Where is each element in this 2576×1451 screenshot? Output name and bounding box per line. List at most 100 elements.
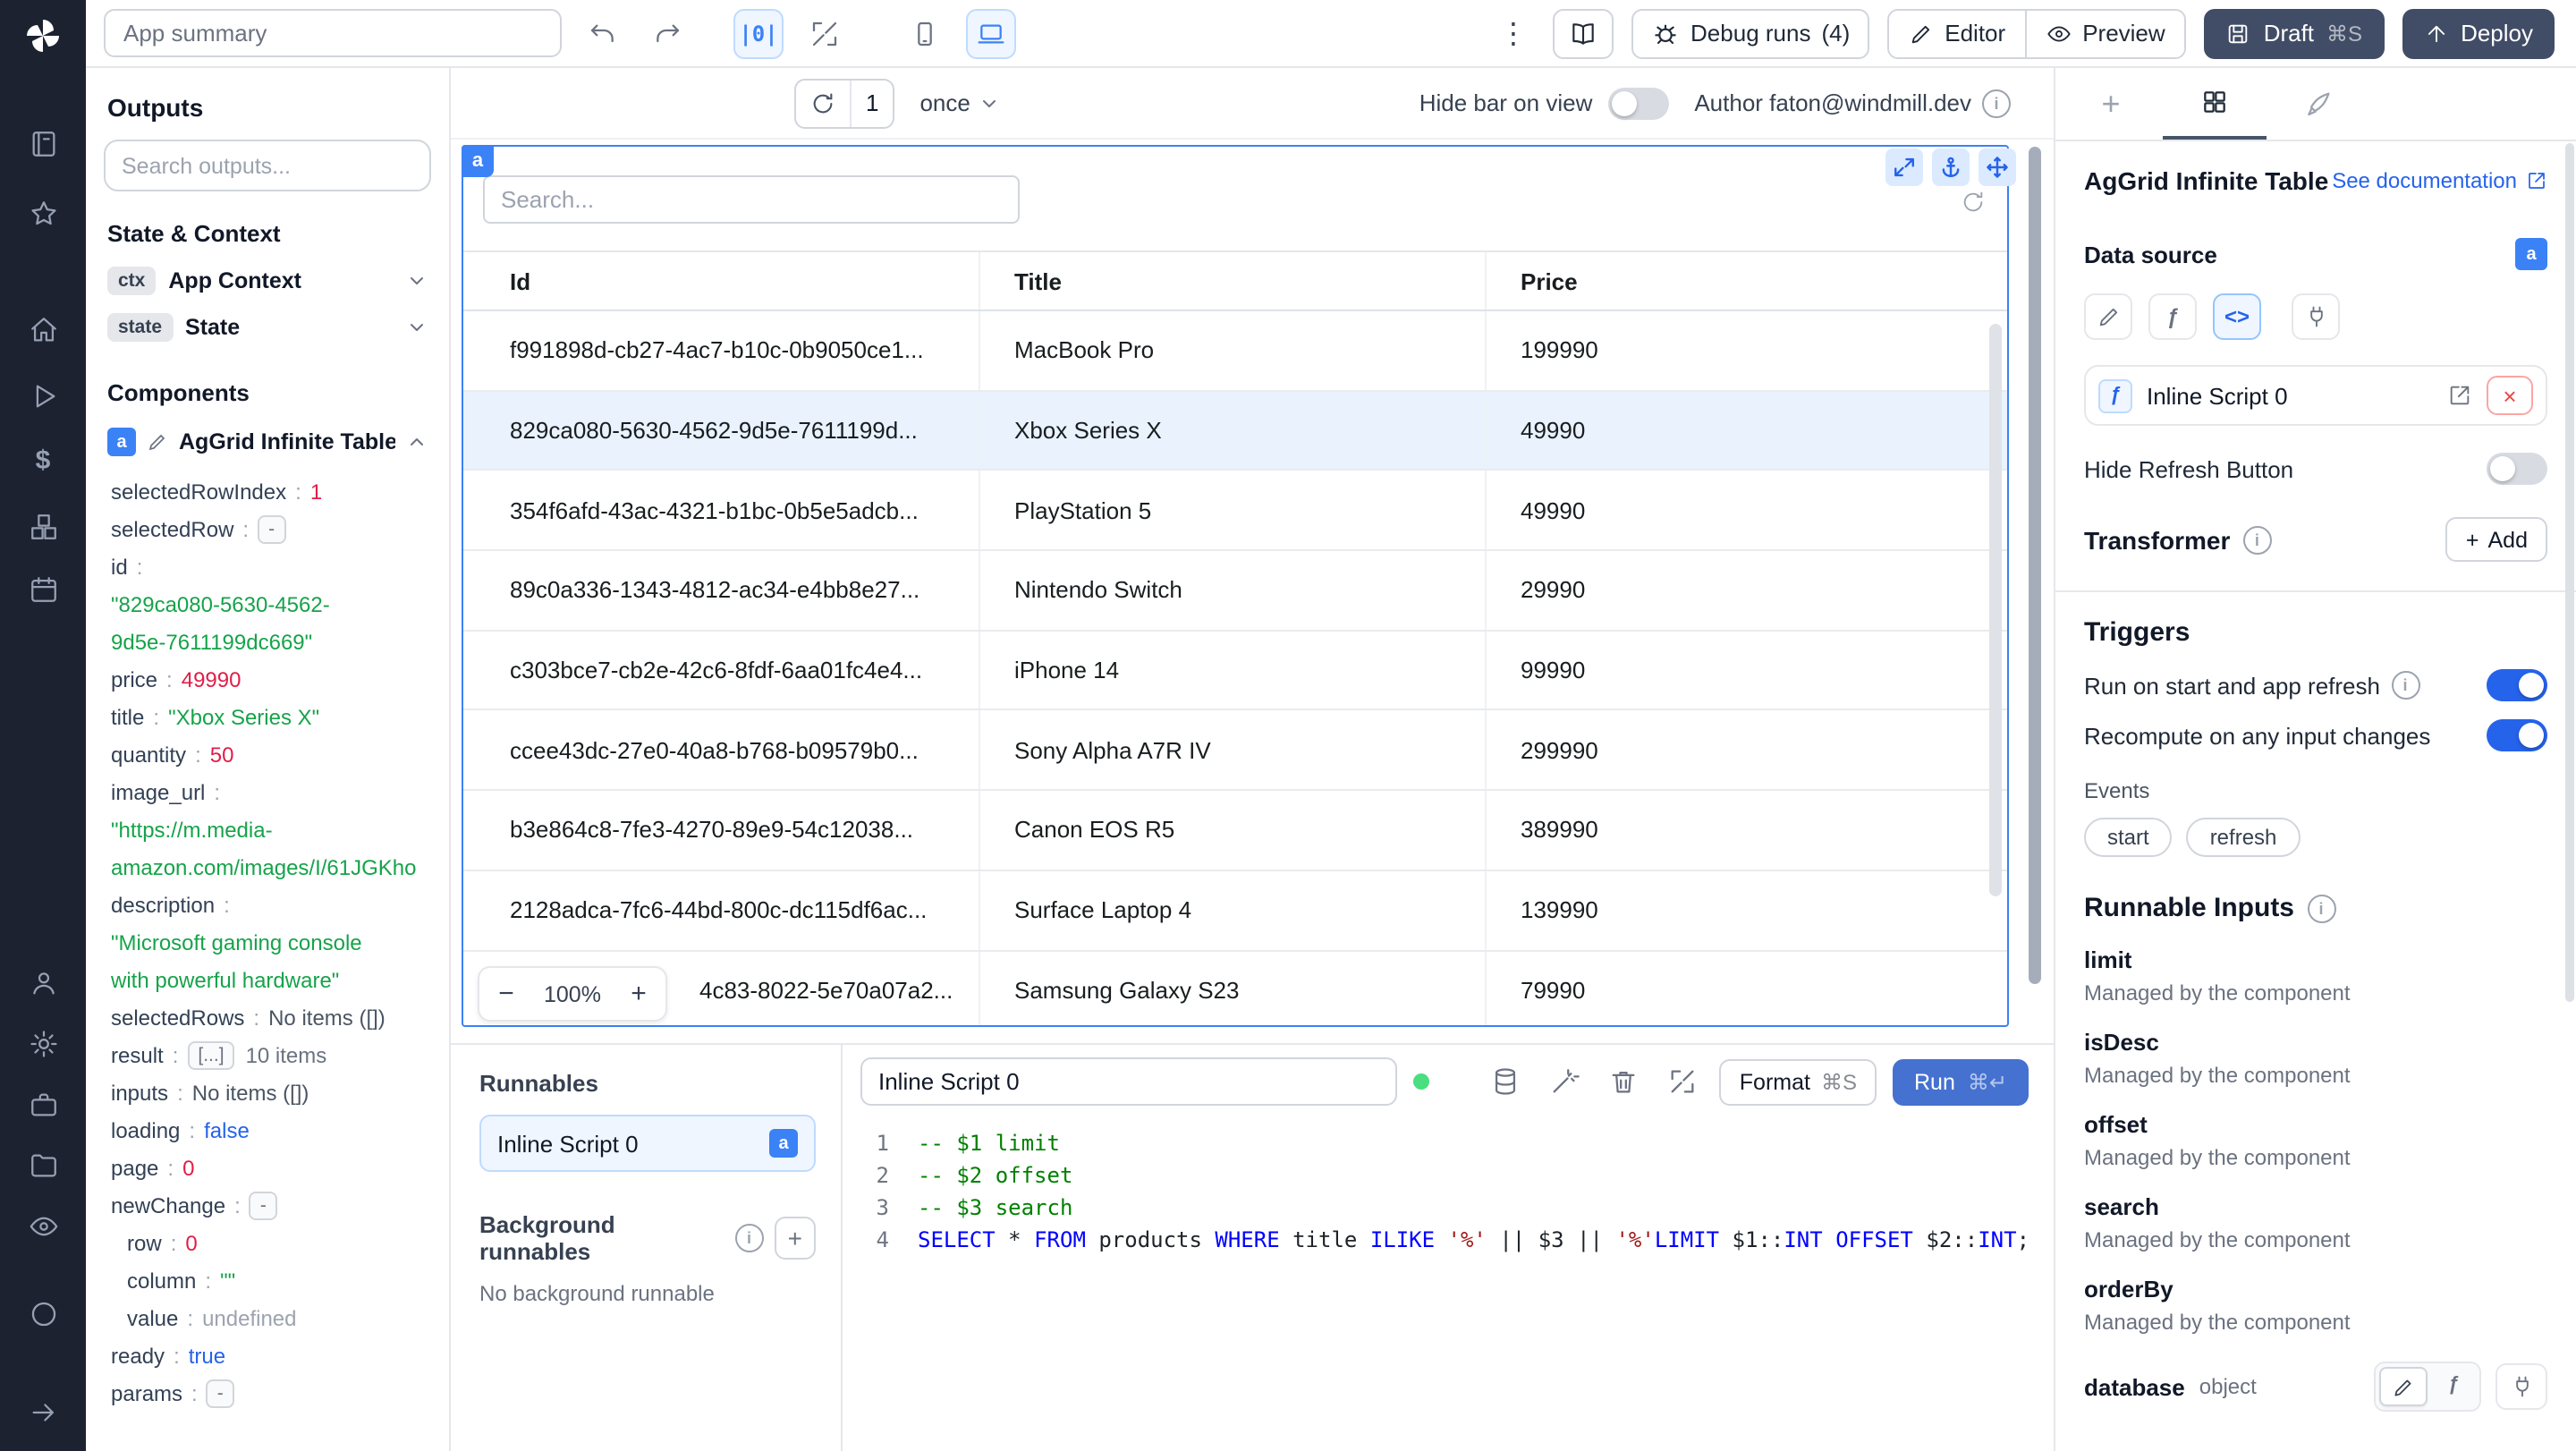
column-header-id[interactable]: Id (463, 252, 980, 310)
star-icon[interactable] (0, 186, 86, 240)
mobile-view-button[interactable] (902, 10, 948, 56)
table-row[interactable]: b3e864c8-7fe3-4270-89e9-54c12038... Cano… (463, 791, 2007, 871)
editor-tab[interactable]: Editor (1889, 10, 2026, 56)
notebook-icon[interactable] (0, 116, 86, 170)
refresh-count[interactable]: 1 (850, 80, 893, 126)
pencil-icon[interactable] (147, 431, 168, 453)
output-tree-row[interactable]: quantity : 50 (111, 735, 431, 773)
inspector-scrollbar[interactable] (2565, 143, 2574, 1002)
table-row[interactable]: 2128adca-7fc6-44bd-800c-dc115df6ac... Su… (463, 870, 2007, 951)
dollar-icon[interactable]: $ (0, 433, 86, 487)
grid-refresh-icon[interactable] (1961, 190, 1986, 215)
expand-editor-icon[interactable] (1661, 1060, 1704, 1103)
output-tree-row[interactable]: selectedRows : No items ([]) (111, 998, 431, 1036)
output-tree-row[interactable]: "829ca080-5630-4562- (111, 585, 431, 623)
output-tree-row[interactable]: with powerful hardware" (111, 961, 431, 998)
move-icon[interactable] (1979, 148, 2016, 186)
see-documentation-link[interactable]: See documentation (2332, 168, 2547, 193)
fullscreen-canvas-button[interactable] (801, 10, 848, 56)
chevron-down-icon[interactable] (406, 317, 428, 338)
canvas-scrollbar[interactable] (2029, 147, 2041, 984)
outputs-search-input[interactable] (104, 140, 431, 191)
output-tree-row[interactable]: price : 49990 (111, 660, 431, 698)
output-tree-row[interactable]: result : [...] 10 items (111, 1036, 431, 1073)
output-tree-row[interactable]: column : "" (111, 1261, 431, 1299)
collapse-arrow-icon[interactable] (0, 1385, 86, 1438)
output-tree-row[interactable]: "https://m.media- (111, 810, 431, 848)
eye-icon[interactable] (0, 1199, 86, 1252)
chevron-up-icon[interactable] (406, 431, 428, 453)
table-row[interactable]: 829ca080-5630-4562-9d5e-7611199d... Xbox… (463, 391, 2007, 471)
centered-layout-toggle[interactable]: |0| (733, 8, 784, 58)
table-search-input[interactable] (483, 175, 1020, 224)
table-row[interactable]: f991898d-cb27-4ac7-b10c-0b9050ce1... Mac… (463, 311, 2007, 392)
output-tree-row[interactable]: id : (111, 547, 431, 585)
expand-icon[interactable] (1885, 148, 1923, 186)
hide-refresh-toggle[interactable] (2487, 453, 2547, 485)
eval-icon[interactable]: ƒ (2148, 293, 2197, 340)
anchor-icon[interactable] (1932, 148, 1970, 186)
column-header-price[interactable]: Price (1487, 252, 2007, 310)
add-background-runnable-button[interactable]: + (774, 1217, 816, 1260)
tab-styling[interactable] (2267, 68, 2370, 140)
help-circle-icon[interactable] (0, 1286, 86, 1340)
more-menu-button[interactable]: ⋮ (1492, 15, 1535, 51)
output-tree-row[interactable]: image_url : (111, 773, 431, 810)
output-tree-row[interactable]: "Microsoft gaming console (111, 923, 431, 961)
static-value-icon[interactable] (2084, 293, 2132, 340)
add-transformer-button[interactable]: + Add (2445, 517, 2547, 562)
tab-component-settings[interactable] (2163, 68, 2267, 140)
tab-insert-component[interactable]: + (2059, 68, 2163, 140)
recompute-toggle[interactable] (2487, 719, 2547, 751)
docs-button[interactable] (1553, 8, 1614, 58)
magic-wand-icon[interactable] (1543, 1060, 1586, 1103)
run-on-start-toggle[interactable] (2487, 669, 2547, 701)
app-canvas[interactable]: a Id Title Price (451, 140, 2054, 1043)
output-tree-row[interactable]: params : - (111, 1374, 431, 1412)
table-row[interactable]: 4c83-8022-5e70a07a2... Samsung Galaxy S2… (463, 951, 2007, 1025)
event-chip[interactable]: refresh (2186, 818, 2301, 857)
component-output-row[interactable]: a AgGrid Infinite Table (104, 417, 431, 467)
state-row[interactable]: state State (104, 304, 431, 351)
table-row[interactable]: c303bce7-cb2e-42c6-8fdf-6aa01fc4e4... iP… (463, 631, 2007, 711)
output-tree-row[interactable]: row : 0 (111, 1224, 431, 1261)
column-header-title[interactable]: Title (980, 252, 1487, 310)
chevron-down-icon[interactable] (406, 270, 428, 292)
cubes-icon[interactable] (0, 499, 86, 553)
hide-bar-toggle[interactable] (1608, 87, 1670, 119)
gear-icon[interactable] (0, 1016, 86, 1070)
inline-script-row[interactable]: ƒ Inline Script 0 × (2084, 365, 2547, 426)
remove-script-button[interactable]: × (2487, 376, 2533, 415)
pencil-icon[interactable] (2379, 1367, 2428, 1406)
output-tree-row[interactable]: selectedRow : - (111, 510, 431, 547)
connect-plug-icon[interactable] (2292, 293, 2340, 340)
output-tree-row[interactable]: title : "Xbox Series X" (111, 698, 431, 735)
output-tree-row[interactable]: description : (111, 886, 431, 923)
code-editor[interactable]: 1 -- $1 limit 2 -- $2 offset 3 -- $3 search 4 S… (843, 1116, 2054, 1451)
output-tree-row[interactable]: amazon.com/images/I/61JGKho (111, 848, 431, 886)
deploy-button[interactable]: Deploy (2402, 8, 2555, 58)
output-tree-row[interactable]: loading : false (111, 1111, 431, 1149)
trash-icon[interactable] (1602, 1060, 1645, 1103)
script-name-input[interactable] (860, 1057, 1397, 1106)
desktop-view-button[interactable] (966, 8, 1016, 58)
table-row[interactable]: 354f6afd-43ac-4321-b1bc-0b5e5adcb... Pla… (463, 471, 2007, 552)
grid-scrollbar[interactable] (1989, 324, 2002, 896)
briefcase-icon[interactable] (0, 1077, 86, 1131)
refresh-interval-select[interactable]: once (919, 89, 1000, 116)
preview-tab[interactable]: Preview (2025, 10, 2185, 56)
debug-runs-button[interactable]: Debug runs (4) (1631, 8, 1870, 58)
zoom-out-button[interactable]: − (479, 968, 533, 1020)
open-script-external-icon[interactable] (2447, 383, 2472, 408)
table-row[interactable]: ccee43dc-27e0-40a8-b768-b09579b0... Sony… (463, 710, 2007, 792)
home-icon[interactable] (0, 302, 86, 356)
event-chip[interactable]: start (2084, 818, 2173, 857)
windmill-logo[interactable] (0, 9, 86, 63)
run-button[interactable]: Run ⌘↵ (1893, 1058, 2029, 1105)
table-row[interactable]: 89c0a336-1343-4812-ac34-e4bb8e27... Nint… (463, 551, 2007, 632)
aggrid-table-component[interactable]: a Id Title Price (462, 145, 2016, 1027)
calendar-icon[interactable] (0, 562, 86, 615)
component-handle-badge[interactable]: a (462, 145, 494, 177)
output-tree-row[interactable]: 9d5e-7611199dc669" (111, 623, 431, 660)
eval-icon[interactable]: ƒ (2431, 1367, 2476, 1403)
